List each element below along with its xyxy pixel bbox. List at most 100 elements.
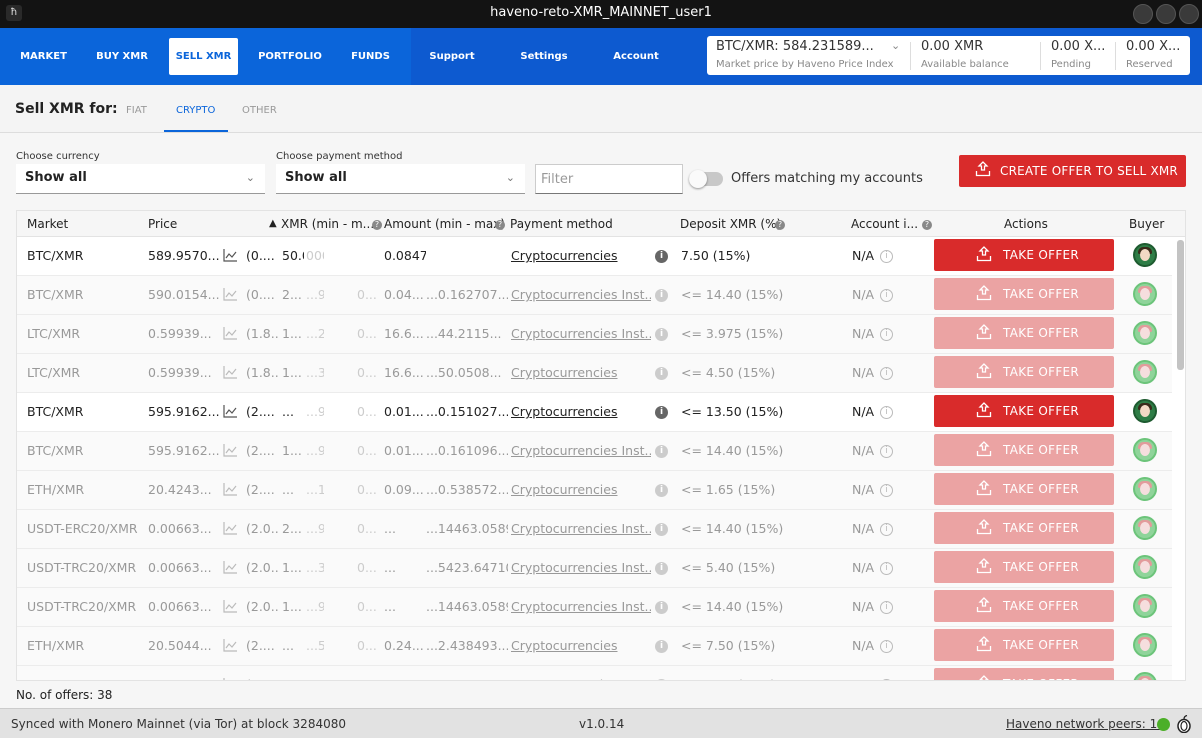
- table-row[interactable]: ETH/XMR20.5044...(2..........5...0...0.2…: [17, 627, 1172, 666]
- buyer-avatar[interactable]: [1133, 555, 1157, 579]
- info-icon[interactable]: i: [655, 445, 668, 458]
- info-icon[interactable]: i: [655, 601, 668, 614]
- minimize-button[interactable]: [1133, 4, 1153, 24]
- tab-crypto[interactable]: CRYPTO: [176, 105, 215, 116]
- cell-payment-method[interactable]: Cryptocurrencies Inst...: [511, 599, 651, 614]
- price-chart-icon[interactable]: [223, 366, 238, 379]
- info-icon[interactable]: i: [655, 367, 668, 380]
- cell-payment-method[interactable]: Cryptocurrencies: [511, 638, 651, 653]
- info-icon[interactable]: i: [880, 523, 893, 536]
- close-button[interactable]: [1179, 4, 1199, 24]
- header-payment-method[interactable]: Payment method: [510, 217, 613, 231]
- table-scrollbar[interactable]: [1177, 240, 1184, 370]
- take-offer-button[interactable]: TAKE OFFER: [934, 356, 1114, 388]
- take-offer-button[interactable]: TAKE OFFER: [934, 512, 1114, 544]
- price-chart-icon[interactable]: [223, 522, 238, 535]
- buyer-avatar[interactable]: [1133, 360, 1157, 384]
- buyer-avatar[interactable]: [1133, 282, 1157, 306]
- network-peers-link[interactable]: Haveno network peers: 10: [1006, 717, 1165, 731]
- cell-payment-method[interactable]: Cryptocurrencies Inst...: [511, 521, 651, 536]
- buyer-avatar[interactable]: [1133, 438, 1157, 462]
- table-row[interactable]: BTC/XMR 595.9162... (2....... ...9... 0... 0.…: [17, 393, 1172, 432]
- take-offer-button[interactable]: TAKE OFFER: [934, 278, 1114, 310]
- buyer-avatar[interactable]: [1133, 321, 1157, 345]
- info-icon[interactable]: i: [655, 484, 668, 497]
- info-icon[interactable]: i: [880, 250, 893, 263]
- nav-settings[interactable]: Settings: [515, 28, 573, 85]
- info-icon[interactable]: i: [880, 328, 893, 341]
- tab-other[interactable]: OTHER: [242, 105, 277, 116]
- buyer-avatar[interactable]: [1133, 633, 1157, 657]
- info-icon[interactable]: i: [655, 250, 668, 263]
- currency-select[interactable]: Show all ⌄: [16, 164, 265, 194]
- table-row[interactable]: USDT-TRC20/XMR 0.00663... (2.0... 1... ...3.…: [17, 549, 1172, 588]
- nav-funds[interactable]: FUNDS: [343, 28, 398, 85]
- price-chart-icon[interactable]: [223, 444, 238, 457]
- buyer-avatar[interactable]: [1133, 477, 1157, 501]
- info-icon[interactable]: i: [655, 406, 668, 419]
- info-icon[interactable]: i: [655, 562, 668, 575]
- table-row[interactable]: BTC/XMR 589.9570... (0.... 50.0000 0.0847519…: [17, 237, 1172, 276]
- take-offer-button[interactable]: TAKE OFFER: [934, 395, 1114, 427]
- cell-payment-method[interactable]: Cryptocurrencies Inst...: [511, 326, 651, 341]
- table-row[interactable]: ETH/XMR 20.4243... (2....... ...1... 0... 0.0…: [17, 471, 1172, 510]
- price-chart-icon[interactable]: [223, 639, 238, 652]
- info-icon[interactable]: i: [655, 640, 668, 653]
- cell-payment-method[interactable]: Cryptocurrencies Inst...: [511, 287, 651, 302]
- cell-payment-method[interactable]: Cryptocurrencies: [511, 482, 651, 497]
- payment-method-select[interactable]: Show all ⌄: [276, 164, 525, 194]
- price-chart-icon[interactable]: [223, 327, 238, 340]
- header-market[interactable]: Market: [27, 217, 68, 231]
- filter-input[interactable]: [535, 164, 683, 194]
- price-chart-icon[interactable]: [223, 561, 238, 574]
- table-row[interactable]: BTC/XMR 590.0154... (0.... 2... ...9... 0... 0…: [17, 276, 1172, 315]
- info-icon[interactable]: i: [880, 679, 893, 680]
- table-row[interactable]: LTC/XMR 0.59939... (1.8... 1... ...3... 0... 1…: [17, 354, 1172, 393]
- info-icon[interactable]: i: [880, 562, 893, 575]
- info-icon[interactable]: i: [880, 640, 893, 653]
- nav-support[interactable]: Support: [423, 28, 481, 85]
- info-icon[interactable]: i: [655, 679, 668, 680]
- table-row[interactable]: BTC/XMR 595.9162... (2.... 1... ...9... 0... 0…: [17, 432, 1172, 471]
- table-row[interactable]: USDT-ERC20/XMR 0.00663... (2.0... 2... ...9.…: [17, 510, 1172, 549]
- price-chart-icon[interactable]: [223, 600, 238, 613]
- header-xmr[interactable]: XMR (min - m...: [281, 217, 374, 231]
- take-offer-button[interactable]: TAKE OFFER: [934, 239, 1114, 271]
- table-row[interactable]: ETH/XMR20.5044...(2..........5...0...0.2…: [17, 666, 1172, 680]
- tab-fiat[interactable]: FIAT: [126, 105, 147, 116]
- matching-accounts-toggle[interactable]: [689, 170, 723, 188]
- header-amount[interactable]: Amount (min - max): [384, 217, 505, 231]
- nav-portfolio[interactable]: PORTFOLIO: [255, 28, 325, 85]
- info-icon[interactable]: i: [880, 406, 893, 419]
- take-offer-button[interactable]: TAKE OFFER: [934, 473, 1114, 505]
- maximize-button[interactable]: [1156, 4, 1176, 24]
- buyer-avatar[interactable]: [1133, 594, 1157, 618]
- price-chart-icon[interactable]: [223, 483, 238, 496]
- nav-buy-xmr[interactable]: BUY XMR: [92, 28, 152, 85]
- table-row[interactable]: USDT-TRC20/XMR 0.00663... (2.0... 1... ...9.…: [17, 588, 1172, 627]
- info-icon[interactable]: i: [880, 445, 893, 458]
- buyer-avatar[interactable]: [1133, 399, 1157, 423]
- take-offer-button[interactable]: TAKE OFFER: [934, 551, 1114, 583]
- take-offer-button[interactable]: TAKE OFFER: [934, 629, 1114, 661]
- cell-payment-method[interactable]: Cryptocurrencies Inst...: [511, 677, 651, 680]
- info-icon[interactable]: i: [655, 523, 668, 536]
- price-chart-icon[interactable]: [223, 249, 238, 262]
- take-offer-button[interactable]: TAKE OFFER: [934, 590, 1114, 622]
- take-offer-button[interactable]: TAKE OFFER: [934, 434, 1114, 466]
- header-deposit[interactable]: Deposit XMR (%): [680, 217, 781, 231]
- header-account[interactable]: Account i...: [851, 217, 918, 231]
- cell-payment-method[interactable]: Cryptocurrencies Inst...: [511, 560, 651, 575]
- table-row[interactable]: LTC/XMR 0.59939... (1.8... 1... ...2... 0... 1…: [17, 315, 1172, 354]
- take-offer-button[interactable]: TAKE OFFER: [934, 668, 1114, 680]
- price-chart-icon[interactable]: [223, 405, 238, 418]
- buyer-avatar[interactable]: [1133, 243, 1157, 267]
- nav-market[interactable]: MARKET: [15, 28, 72, 85]
- buyer-avatar[interactable]: [1133, 516, 1157, 540]
- cell-payment-method[interactable]: Cryptocurrencies Inst...: [511, 443, 651, 458]
- cell-payment-method[interactable]: Cryptocurrencies: [511, 404, 651, 419]
- buyer-avatar[interactable]: [1133, 672, 1157, 680]
- info-icon[interactable]: i: [655, 289, 668, 302]
- info-icon[interactable]: i: [880, 367, 893, 380]
- create-offer-button[interactable]: CREATE OFFER TO SELL XMR: [959, 155, 1186, 187]
